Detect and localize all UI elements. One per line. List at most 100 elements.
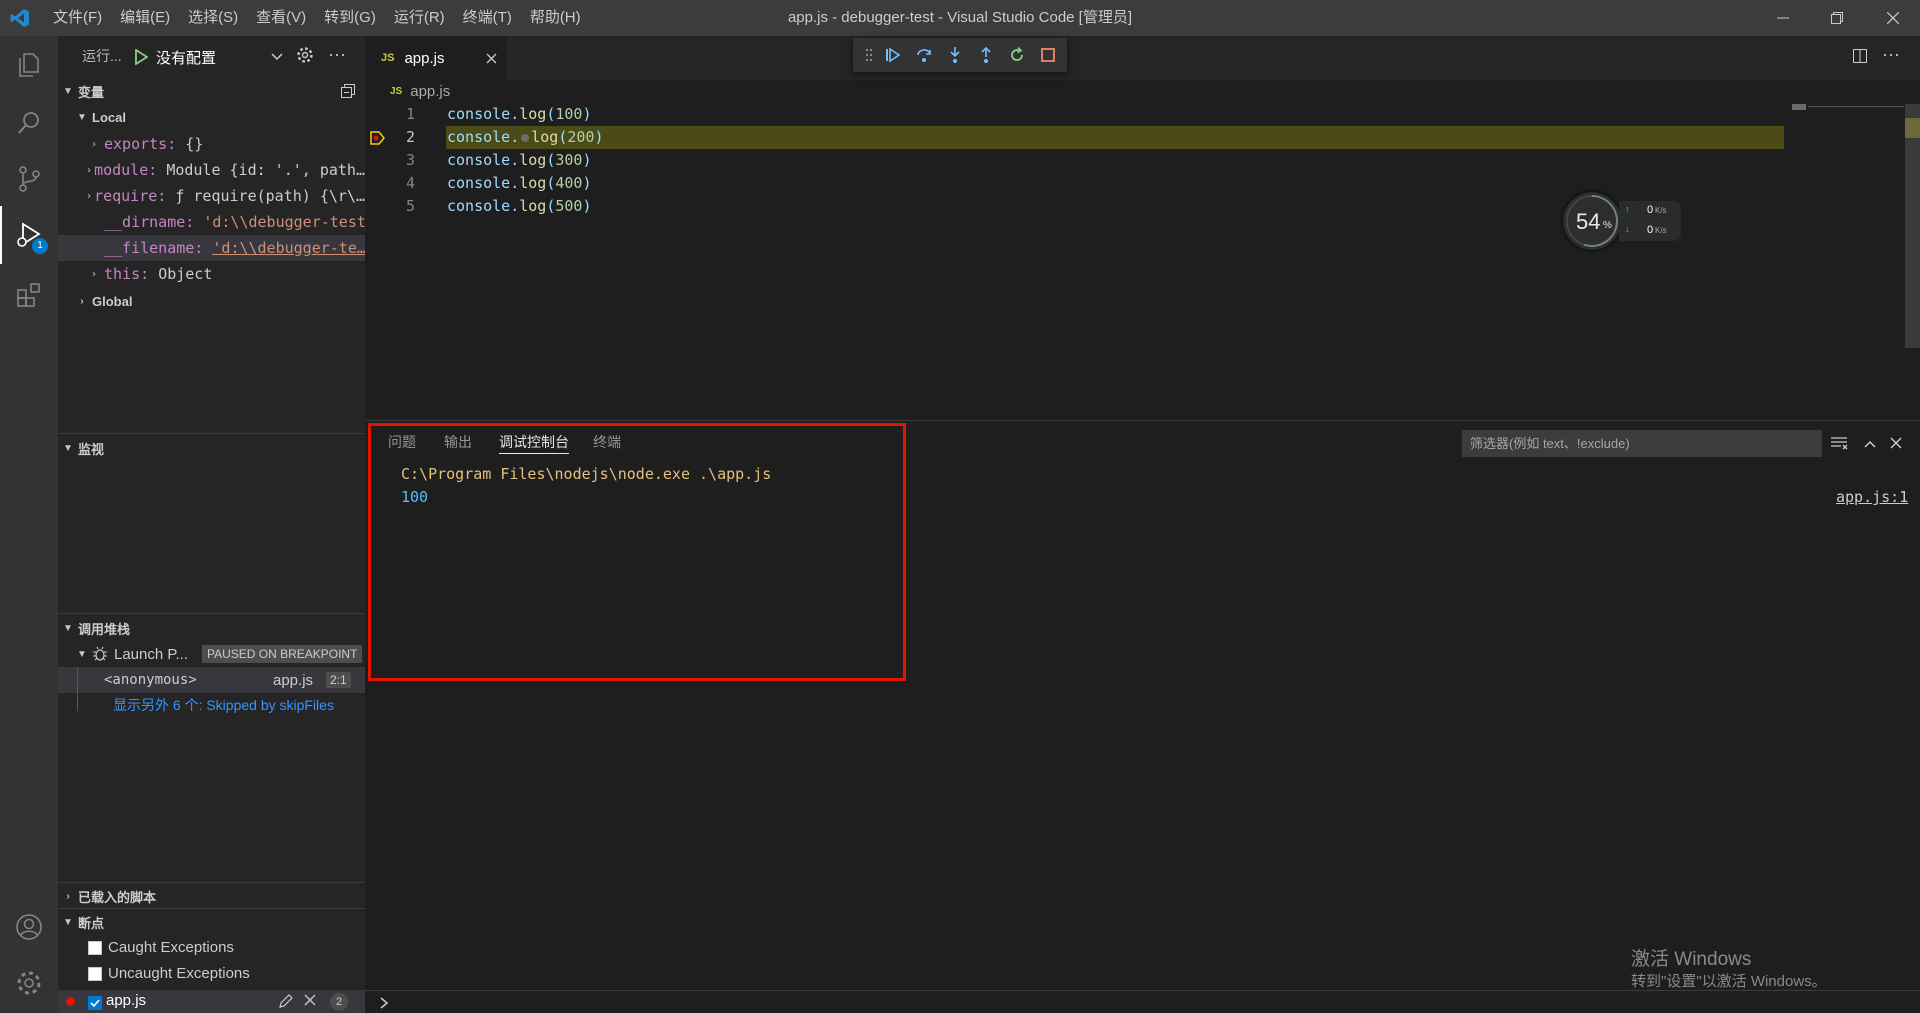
debug-session-row[interactable]: ▼ Launch P... PAUSED ON BREAKPOINT xyxy=(58,641,365,667)
chevron-down-icon: ▼ xyxy=(63,85,73,97)
download-arrow-icon: ↓ xyxy=(1625,224,1630,234)
menu-help[interactable]: 帮助(H) xyxy=(521,0,590,36)
variable-row[interactable]: __dirname: 'd:\\debugger-test' xyxy=(58,209,365,235)
scrollbar-thumb[interactable] xyxy=(1905,118,1920,138)
js-file-icon: JS xyxy=(390,85,403,97)
minimap[interactable] xyxy=(1792,104,1806,110)
variable-row[interactable]: › this: Object xyxy=(58,261,365,287)
watch-section-header[interactable]: ▼ 监视 xyxy=(58,436,365,460)
menu-edit[interactable]: 编辑(E) xyxy=(111,0,179,36)
callstack-section-header[interactable]: ▼ 调用堆栈 xyxy=(58,616,365,640)
uncaught-exceptions-row[interactable]: Uncaught Exceptions xyxy=(88,965,250,982)
uncaught-exceptions-checkbox[interactable] xyxy=(88,966,102,981)
breadcrumb[interactable]: JS app.js xyxy=(390,80,450,102)
code-line[interactable]: 3 console.log(300) xyxy=(365,149,1785,172)
chevron-right-icon xyxy=(380,997,389,1009)
close-window-button[interactable] xyxy=(1866,0,1920,36)
launch-config-select[interactable]: 没有配置 xyxy=(134,45,284,69)
code-line[interactable]: 1 console.log(100) xyxy=(365,103,1785,126)
network-speed-widget: 54 % ↑ 0 K/s ↓ 0 K/s xyxy=(1563,192,1683,252)
menu-view[interactable]: 查看(V) xyxy=(247,0,315,36)
explorer-icon[interactable] xyxy=(0,36,58,94)
inline-breakpoint-dot-icon xyxy=(521,133,530,142)
menu-selection[interactable]: 选择(S) xyxy=(179,0,247,36)
stack-frame-row[interactable]: <anonymous> app.js 2:1 xyxy=(58,667,365,693)
menu-run[interactable]: 运行(R) xyxy=(385,0,454,36)
breakpoints-section-header[interactable]: ▼ 断点 xyxy=(58,910,365,934)
run-debug-icon[interactable] xyxy=(0,206,58,264)
editor-more-actions-icon[interactable]: ··· xyxy=(1882,44,1900,65)
edit-breakpoint-icon[interactable] xyxy=(278,993,294,1012)
debug-toolbar xyxy=(853,38,1067,72)
minimize-button[interactable] xyxy=(1756,0,1810,36)
editor-scrollbar[interactable] xyxy=(1905,104,1920,348)
step-into-button[interactable] xyxy=(939,40,970,70)
section-divider xyxy=(58,613,365,614)
launch-config-value: 没有配置 xyxy=(156,49,217,67)
account-icon[interactable] xyxy=(0,898,58,956)
loaded-scripts-section-header[interactable]: › 已载入的脚本 xyxy=(58,884,365,908)
breakpoint-checkbox[interactable] xyxy=(88,995,102,1010)
menu-go[interactable]: 转到(G) xyxy=(315,0,385,36)
local-scope[interactable]: ▼ Local xyxy=(58,104,365,130)
split-editor-icon[interactable] xyxy=(1852,48,1868,67)
run-view-title: 运行... xyxy=(82,48,122,64)
tab-app-js[interactable]: JS app.js xyxy=(365,36,507,80)
restart-button[interactable] xyxy=(1001,40,1032,70)
variable-row[interactable]: › require: ƒ require(path) {\r\… xyxy=(58,183,365,209)
continue-button[interactable] xyxy=(877,40,908,70)
breakpoint-dot-icon xyxy=(66,997,75,1006)
search-icon[interactable] xyxy=(0,94,58,152)
settings-gear-icon[interactable] xyxy=(0,954,58,1012)
tree-guide xyxy=(77,667,78,711)
source-control-icon[interactable] xyxy=(0,150,58,208)
vscode-logo-icon xyxy=(10,8,30,28)
clear-console-icon[interactable] xyxy=(1830,436,1848,453)
variables-section-header[interactable]: ▼ 变量 xyxy=(58,79,365,103)
drag-handle-icon[interactable] xyxy=(861,40,877,70)
paused-status-badge: PAUSED ON BREAKPOINT xyxy=(201,645,363,663)
more-actions-icon[interactable]: ··· xyxy=(328,44,346,65)
section-divider xyxy=(58,882,365,883)
breakpoint-row[interactable]: app.js 2 xyxy=(58,990,365,1013)
show-skipped-frames-link[interactable]: 显示另外 6 个: Skipped by skipFiles xyxy=(113,695,334,715)
collapse-all-icon[interactable] xyxy=(340,83,356,102)
menu-bar: 文件(F) 编辑(E) 选择(S) 查看(V) 转到(G) 运行(R) 终端(T… xyxy=(44,0,590,36)
variable-row[interactable]: › module: Module {id: '.', path… xyxy=(58,157,365,183)
editor-tab-bar xyxy=(365,36,1920,80)
debug-badge: 1 xyxy=(32,238,48,254)
maximize-panel-icon[interactable] xyxy=(1863,437,1877,452)
section-divider xyxy=(58,908,365,909)
global-scope[interactable]: › Global xyxy=(58,288,365,314)
chevron-down-icon xyxy=(271,53,283,61)
caught-exceptions-row[interactable]: Caught Exceptions xyxy=(88,939,234,956)
js-file-icon: JS xyxy=(381,52,395,64)
activation-watermark-title: 激活 Windows xyxy=(1631,949,1752,970)
code-line-current[interactable]: 2 console. log(200) xyxy=(365,126,1785,149)
step-over-button[interactable] xyxy=(908,40,939,70)
stop-button[interactable] xyxy=(1032,40,1063,70)
caught-exceptions-checkbox[interactable] xyxy=(88,940,102,955)
variable-row-selected[interactable]: __filename: 'd:\\debugger-te… xyxy=(58,235,365,261)
extensions-icon[interactable] xyxy=(0,266,58,324)
menu-terminal[interactable]: 终端(T) xyxy=(454,0,521,36)
bug-icon xyxy=(93,646,107,661)
console-filter-input[interactable] xyxy=(1462,430,1822,457)
annotation-highlight-box xyxy=(368,423,906,681)
restore-button[interactable] xyxy=(1810,0,1864,36)
remove-breakpoint-icon[interactable] xyxy=(304,994,316,1009)
console-repl-input[interactable] xyxy=(365,990,1920,1013)
open-launch-json-gear-icon[interactable] xyxy=(296,46,314,67)
breakpoint-count-badge: 2 xyxy=(330,993,348,1011)
activation-watermark-subtitle: 转到"设置"以激活 Windows。 xyxy=(1631,973,1827,990)
variable-row[interactable]: › exports: {} xyxy=(58,131,365,157)
menu-file[interactable]: 文件(F) xyxy=(44,0,111,36)
close-panel-icon[interactable] xyxy=(1890,437,1902,452)
section-divider xyxy=(58,433,365,434)
upload-arrow-icon: ↑ xyxy=(1625,204,1630,214)
cpu-gauge: 54 % xyxy=(1563,192,1621,250)
close-tab-icon[interactable] xyxy=(486,53,497,64)
start-debug-icon[interactable] xyxy=(134,49,148,65)
console-source-link[interactable]: app.js:1 xyxy=(1836,488,1908,506)
step-out-button[interactable] xyxy=(970,40,1001,70)
